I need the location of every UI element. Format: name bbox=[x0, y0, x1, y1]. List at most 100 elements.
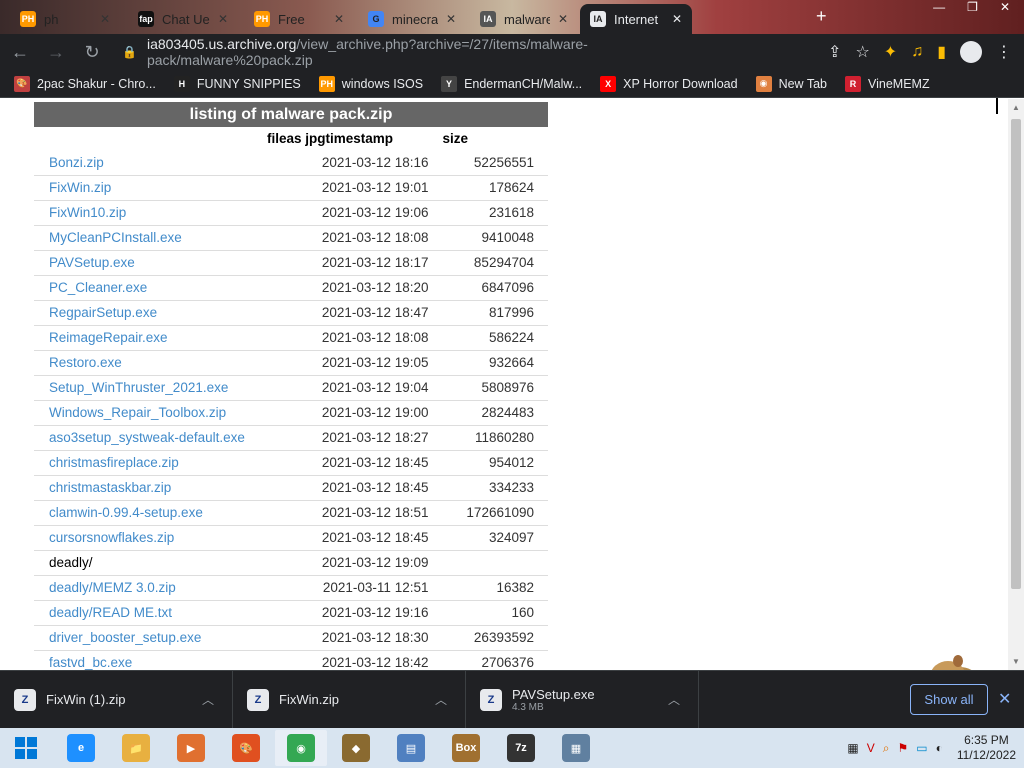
star-icon[interactable]: ☆ bbox=[855, 42, 869, 62]
network-icon[interactable]: ▦ bbox=[847, 741, 858, 755]
file-link[interactable]: fastvd_bc.exe bbox=[49, 655, 132, 670]
tab-label: Chat Ue bbox=[162, 11, 210, 27]
tab-close-icon[interactable]: ✕ bbox=[334, 12, 344, 26]
file-link[interactable]: clamwin-0.99.4-setup.exe bbox=[49, 505, 203, 520]
antivirus-icon[interactable]: V bbox=[867, 741, 875, 755]
lock-icon[interactable]: 🔒 bbox=[122, 45, 137, 59]
taskbar-app-7zip[interactable]: 7z bbox=[495, 730, 547, 766]
table-row: clamwin-0.99.4-setup.exe 2021-03-12 18:51… bbox=[34, 500, 548, 526]
file-link[interactable]: PAVSetup.exe bbox=[49, 255, 135, 270]
file-link[interactable]: christmastaskbar.zip bbox=[49, 480, 171, 495]
file-link[interactable]: cursorsnowflakes.zip bbox=[49, 530, 174, 545]
menu-icon[interactable]: ⋮ bbox=[996, 42, 1012, 62]
tab-favicon-icon: G bbox=[368, 11, 384, 27]
bookmark-item[interactable]: Y EndermanCH/Malw... bbox=[441, 75, 582, 92]
bookmark-item[interactable]: ◉ New Tab bbox=[755, 75, 827, 92]
bookmark-item[interactable]: 🎨 2pac Shakur - Chro... bbox=[14, 75, 156, 92]
tab-5[interactable]: IA Internet ✕ bbox=[580, 4, 692, 34]
show-all-button[interactable]: Show all bbox=[910, 684, 988, 715]
timestamp-cell: 2021-03-12 18:08 bbox=[286, 325, 443, 351]
file-link[interactable]: Restoro.exe bbox=[49, 355, 122, 370]
minimize-icon[interactable]: — bbox=[933, 0, 945, 18]
close-downloads-icon[interactable]: ✕ bbox=[998, 689, 1011, 709]
new-tab-icon[interactable]: + bbox=[816, 6, 827, 27]
display-icon[interactable]: ▭ bbox=[916, 741, 927, 755]
bookmark-favicon-icon: 🎨 bbox=[14, 75, 30, 92]
tab-close-icon[interactable]: ✕ bbox=[446, 12, 456, 26]
taskbar-app-paint[interactable]: 🎨 bbox=[220, 730, 272, 766]
bookmark-item[interactable]: R VineMEMZ bbox=[845, 75, 930, 92]
sidebar-icon[interactable]: ▮ bbox=[937, 42, 946, 62]
reload-icon[interactable]: ↻ bbox=[76, 36, 108, 68]
tab-favicon-icon: IA bbox=[590, 11, 606, 27]
taskbar-app-control-panel[interactable]: ▦ bbox=[550, 730, 602, 766]
file-link[interactable]: FixWin10.zip bbox=[49, 205, 126, 220]
file-link[interactable]: deadly/MEMZ 3.0.zip bbox=[49, 580, 176, 595]
share-icon[interactable]: ⇪ bbox=[828, 42, 841, 62]
volume-icon[interactable]: ◐ bbox=[936, 741, 943, 755]
bookmark-item[interactable]: PH windows ISOS bbox=[318, 75, 423, 92]
flag-icon[interactable]: ⚑ bbox=[897, 741, 908, 755]
tab-close-icon[interactable]: ✕ bbox=[672, 12, 682, 26]
file-link[interactable]: christmasfireplace.zip bbox=[49, 455, 179, 470]
taskbar-app-box[interactable]: Box bbox=[440, 730, 492, 766]
file-link[interactable]: Bonzi.zip bbox=[49, 155, 104, 170]
taskbar-app-internet-explorer[interactable]: e bbox=[55, 730, 107, 766]
bookmark-item[interactable]: H FUNNY SNIPPIES bbox=[173, 75, 301, 92]
url-input[interactable]: 🔒 ia803405.us.archive.org/view_archive.p… bbox=[122, 36, 742, 68]
file-link[interactable]: aso3setup_systweak-default.exe bbox=[49, 430, 245, 445]
table-row: driver_booster_setup.exe 2021-03-12 18:30… bbox=[34, 625, 548, 651]
hamster-mascot-image bbox=[931, 655, 972, 670]
scrollbar-thumb[interactable] bbox=[1011, 119, 1021, 589]
clock[interactable]: 6:35 PM 11/12/2022 bbox=[957, 733, 1016, 763]
file-link[interactable]: MyCleanPCInstall.exe bbox=[49, 230, 182, 245]
media-icon[interactable]: ♫ bbox=[911, 43, 923, 61]
download-item[interactable]: Z PAVSetup.exe 4.3 MB ︿ bbox=[466, 670, 699, 729]
file-link[interactable]: deadly/READ ME.txt bbox=[49, 605, 172, 620]
profile-icon[interactable] bbox=[960, 41, 982, 63]
taskbar-app-media-player[interactable]: ▶ bbox=[165, 730, 217, 766]
archive-file-icon: Z bbox=[247, 688, 269, 711]
tab-0[interactable]: PH ph ✕ bbox=[10, 4, 120, 34]
extensions-icon[interactable]: ✦ bbox=[884, 42, 897, 62]
maximize-icon[interactable]: ❐ bbox=[967, 0, 978, 18]
back-icon[interactable]: ← bbox=[4, 36, 36, 68]
archive-file-icon: Z bbox=[14, 688, 36, 711]
file-link[interactable]: driver_booster_setup.exe bbox=[49, 630, 201, 645]
chevron-up-icon[interactable]: ︿ bbox=[435, 691, 447, 708]
file-link[interactable]: PC_Cleaner.exe bbox=[49, 280, 147, 295]
taskbar-app-notepad[interactable]: ▤ bbox=[385, 730, 437, 766]
search-tray-icon[interactable]: ⌕ bbox=[883, 741, 890, 756]
file-cell: christmastaskbar.zip bbox=[34, 475, 287, 501]
tab-2[interactable]: PH Free ✕ bbox=[244, 4, 354, 34]
taskbar-app-file-explorer[interactable]: 📁 bbox=[110, 730, 162, 766]
scroll-up-icon[interactable]: ▲ bbox=[1012, 103, 1020, 112]
tab-close-icon[interactable]: ✕ bbox=[558, 12, 568, 26]
tab-4[interactable]: IA malware ✕ bbox=[470, 4, 578, 34]
chevron-up-icon[interactable]: ︿ bbox=[202, 691, 214, 708]
tab-close-icon[interactable]: ✕ bbox=[218, 12, 228, 26]
file-link[interactable]: Windows_Repair_Toolbox.zip bbox=[49, 405, 226, 420]
chevron-up-icon[interactable]: ︿ bbox=[668, 691, 680, 708]
windows-logo-icon bbox=[15, 737, 37, 759]
file-link[interactable]: ReimageRepair.exe bbox=[49, 330, 168, 345]
download-item[interactable]: Z FixWin (1).zip ︿ bbox=[0, 670, 233, 729]
table-row: deadly/MEMZ 3.0.zip 2021-03-11 12:51 16382 bbox=[34, 575, 548, 601]
taskbar-app-chrome[interactable]: ◉ bbox=[275, 730, 327, 766]
scroll-down-icon[interactable]: ▼ bbox=[1012, 657, 1020, 666]
tab-close-icon[interactable]: ✕ bbox=[100, 12, 110, 26]
forward-icon[interactable]: → bbox=[40, 36, 72, 68]
bookmark-favicon-icon: R bbox=[845, 75, 861, 92]
tab-3[interactable]: Gminecra ✕ bbox=[358, 4, 466, 34]
taskbar-app-app-one[interactable]: ◆ bbox=[330, 730, 382, 766]
file-link[interactable]: RegpairSetup.exe bbox=[49, 305, 157, 320]
file-link[interactable]: Setup_WinThruster_2021.exe bbox=[49, 380, 228, 395]
download-item[interactable]: Z FixWin.zip ︿ bbox=[233, 670, 466, 729]
vertical-scrollbar[interactable]: ▲ ▼ bbox=[1008, 99, 1024, 670]
tab-favicon-icon: IA bbox=[480, 11, 496, 27]
close-window-icon[interactable]: ✕ bbox=[1000, 0, 1010, 18]
bookmark-item[interactable]: X XP Horror Download bbox=[600, 75, 738, 92]
start-button[interactable] bbox=[0, 730, 52, 766]
file-link[interactable]: FixWin.zip bbox=[49, 180, 111, 195]
tab-1[interactable]: fap Chat Ue ✕ bbox=[128, 4, 238, 34]
